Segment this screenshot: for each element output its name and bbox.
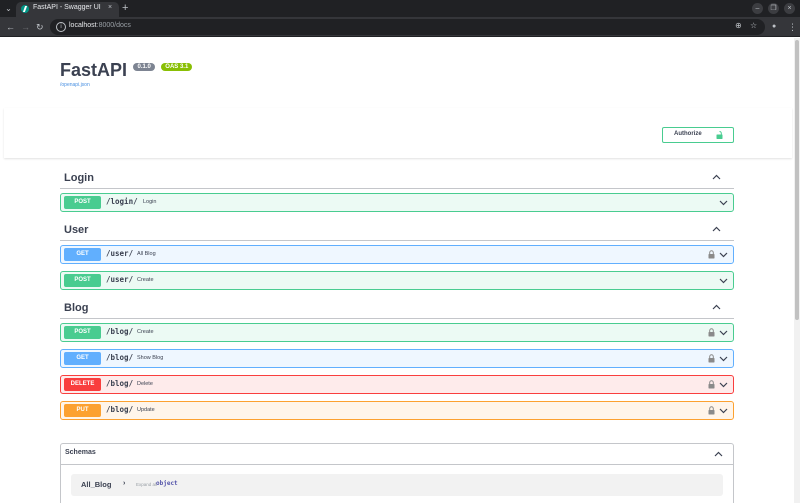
- browser-menu-icon[interactable]: ⋮: [788, 20, 797, 34]
- tag-name: Login: [64, 172, 94, 184]
- new-tab-button[interactable]: +: [122, 1, 128, 15]
- operation-post-user[interactable]: POST /user/ Create: [60, 271, 734, 290]
- back-icon[interactable]: ←: [6, 20, 15, 34]
- tag-name: User: [64, 224, 89, 236]
- swagger-page: FastAPI 0.1.0 OAS 3.1 /openapi.json Auth…: [0, 38, 800, 503]
- expand-all-button[interactable]: Expand all: [136, 482, 157, 487]
- chevron-down-icon[interactable]: [719, 250, 728, 259]
- profile-icon[interactable]: ●: [772, 20, 776, 34]
- fastapi-favicon-icon: [21, 5, 29, 13]
- chevron-up-icon[interactable]: [712, 303, 721, 312]
- schemas-title: Schemas: [65, 449, 96, 456]
- operation-get-blog[interactable]: GET /blog/ Show Blog: [60, 349, 734, 368]
- operation-summary: Show Blog: [137, 355, 164, 361]
- unlocked-icon: [716, 131, 723, 139]
- chevron-down-icon[interactable]: [719, 198, 728, 207]
- model-type: object: [156, 480, 178, 487]
- url-host: localhost: [69, 22, 97, 29]
- operation-summary: All Blog: [137, 251, 156, 257]
- chevron-down-icon[interactable]: [719, 276, 728, 285]
- tag-login[interactable]: Login: [60, 169, 734, 189]
- operation-post-blog[interactable]: POST /blog/ Create: [60, 323, 734, 342]
- tab-close-icon[interactable]: ×: [108, 4, 112, 11]
- operation-summary: Update: [137, 407, 155, 413]
- operation-post-login[interactable]: POST /login/ Login: [60, 193, 734, 212]
- chevron-up-icon[interactable]: [712, 225, 721, 234]
- tab-title: FastAPI - Swagger UI: [33, 4, 101, 11]
- schemas-header[interactable]: Schemas: [61, 444, 733, 465]
- minimize-window-icon[interactable]: –: [752, 3, 763, 14]
- operation-path: /user/: [106, 249, 134, 258]
- operation-path: /user/: [106, 275, 134, 284]
- reload-icon[interactable]: ↻: [36, 20, 44, 34]
- operation-summary: Delete: [137, 381, 153, 387]
- scrollbar-thumb[interactable]: [795, 40, 799, 320]
- lock-icon[interactable]: [708, 380, 715, 389]
- operation-path: /blog/: [106, 327, 134, 336]
- operation-summary: Create: [137, 277, 154, 283]
- api-info: FastAPI 0.1.0 OAS 3.1: [60, 60, 193, 81]
- tag-header[interactable]: Login: [60, 169, 734, 189]
- model-all-blog[interactable]: All_Blog › Expand all object: [71, 474, 723, 496]
- lock-icon[interactable]: [708, 250, 715, 259]
- schemas-section: Schemas All_Blog › Expand all object: [60, 443, 734, 503]
- browser-tabstrip: ⌄ FastAPI - Swagger UI × + – ❐ ×: [0, 0, 800, 17]
- restore-window-icon[interactable]: ❐: [768, 3, 779, 14]
- url-text: localhost:8000/docs: [69, 22, 131, 29]
- chevron-down-icon[interactable]: [719, 328, 728, 337]
- operation-put-blog[interactable]: PUT /blog/ Update: [60, 401, 734, 420]
- tab-search-icon[interactable]: ⌄: [3, 3, 14, 14]
- chevron-down-icon[interactable]: [719, 380, 728, 389]
- page-scrollbar[interactable]: [794, 38, 800, 503]
- tag-name: Blog: [64, 302, 89, 314]
- chevron-up-icon[interactable]: [714, 450, 723, 459]
- operation-path: /blog/: [106, 379, 134, 388]
- url-path: :8000/docs: [96, 22, 131, 29]
- model-name: All_Blog: [81, 480, 112, 489]
- operation-summary: Create: [137, 329, 154, 335]
- operation-get-user[interactable]: GET /user/ All Blog: [60, 245, 734, 264]
- zoom-icon[interactable]: ⊕: [735, 21, 742, 30]
- lock-icon[interactable]: [708, 406, 715, 415]
- method-badge: GET: [64, 248, 101, 261]
- authorize-label: Authorize: [674, 131, 702, 137]
- lock-icon[interactable]: [708, 328, 715, 337]
- oas-badge: OAS 3.1: [161, 63, 193, 71]
- browser-toolbar: ← → ↻ i localhost:8000/docs ⊕ ☆ ● ⋮: [0, 17, 800, 37]
- tag-blog[interactable]: Blog: [60, 299, 734, 319]
- operation-delete-blog[interactable]: DELETE /blog/ Delete: [60, 375, 734, 394]
- method-badge: POST: [64, 196, 101, 209]
- operation-path: /blog/: [106, 405, 134, 414]
- chevron-right-icon[interactable]: ›: [123, 480, 125, 487]
- openapi-json-link[interactable]: /openapi.json: [60, 82, 90, 88]
- bookmark-star-icon[interactable]: ☆: [750, 21, 757, 30]
- method-badge: POST: [64, 274, 101, 287]
- site-info-icon[interactable]: i: [56, 22, 66, 32]
- method-badge: GET: [64, 352, 101, 365]
- chevron-up-icon[interactable]: [712, 173, 721, 182]
- method-badge: POST: [64, 326, 101, 339]
- operation-path: /blog/: [106, 353, 134, 362]
- chevron-down-icon[interactable]: [719, 354, 728, 363]
- close-window-icon[interactable]: ×: [784, 3, 795, 14]
- method-badge: PUT: [64, 404, 101, 417]
- operation-summary: Login: [143, 199, 157, 205]
- operation-path: /login/: [106, 197, 138, 206]
- api-title: FastAPI: [60, 60, 128, 80]
- method-badge: DELETE: [64, 378, 101, 391]
- lock-icon[interactable]: [708, 354, 715, 363]
- chevron-down-icon[interactable]: [719, 406, 728, 415]
- browser-tab[interactable]: FastAPI - Swagger UI ×: [16, 2, 119, 17]
- tag-user[interactable]: User: [60, 221, 734, 241]
- address-bar[interactable]: i localhost:8000/docs ⊕ ☆: [50, 19, 765, 35]
- forward-icon[interactable]: →: [21, 20, 30, 34]
- scheme-container: Authorize: [4, 108, 792, 158]
- authorize-button[interactable]: Authorize: [662, 127, 734, 143]
- tag-header[interactable]: Blog: [60, 299, 734, 319]
- version-badge: 0.1.0: [133, 63, 155, 71]
- tag-header[interactable]: User: [60, 221, 734, 241]
